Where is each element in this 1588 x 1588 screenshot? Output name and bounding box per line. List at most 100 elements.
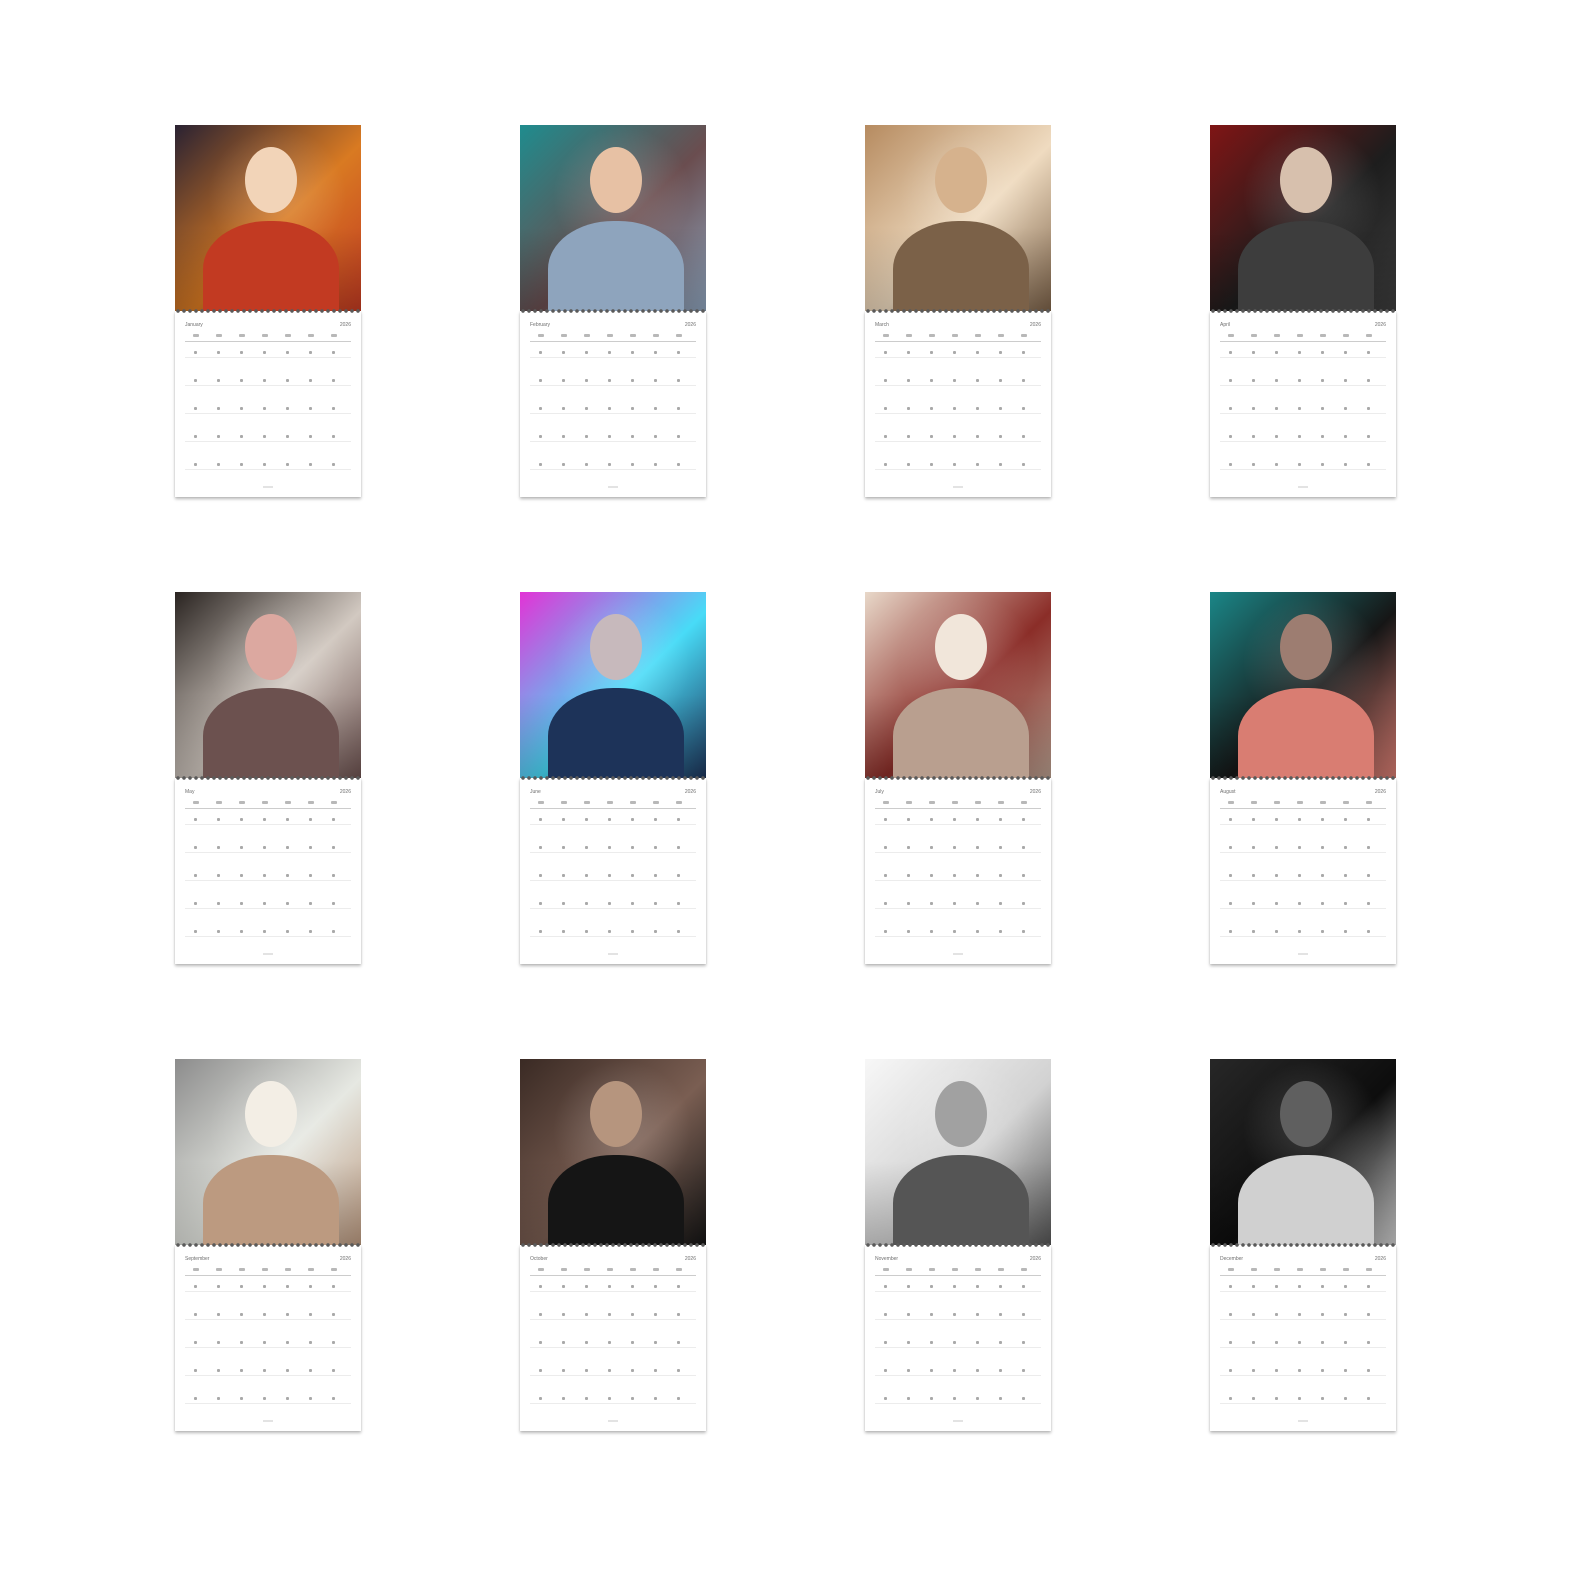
weekday-mark [883, 801, 889, 804]
date-mark [585, 1397, 588, 1400]
weekday-mark [216, 1268, 222, 1271]
date-mark [263, 846, 266, 849]
date-mark [217, 435, 220, 438]
date-mark [1275, 1341, 1278, 1344]
week-divider [1220, 1319, 1386, 1320]
portrait-head [935, 147, 987, 213]
week-divider [185, 852, 351, 853]
year-label: 2026 [684, 1256, 696, 1262]
date-mark [677, 1397, 680, 1400]
date-mark [907, 1369, 910, 1372]
date-mark [999, 902, 1002, 905]
weekday-mark [1366, 334, 1372, 337]
date-mark [309, 846, 312, 849]
date-mark [263, 930, 266, 933]
portrait-body [203, 688, 339, 778]
page-footer-mark [953, 953, 963, 955]
date-mark [1229, 1313, 1232, 1316]
date-mark [332, 351, 335, 354]
date-mark [217, 902, 220, 905]
date-mark [1321, 846, 1324, 849]
date-mark [562, 1313, 565, 1316]
weekday-mark [630, 1268, 636, 1271]
week-divider [1220, 469, 1386, 470]
date-mark [194, 1369, 197, 1372]
weekday-mark [975, 1268, 981, 1271]
wire-binding [1210, 307, 1396, 315]
date-mark [976, 379, 979, 382]
week-divider [185, 1319, 351, 1320]
date-mark [539, 407, 542, 410]
date-mark [1275, 902, 1278, 905]
date-mark [585, 463, 588, 466]
weekday-mark [1251, 1268, 1257, 1271]
calendar-card-october: October 2026 [520, 1059, 706, 1431]
date-mark [884, 1313, 887, 1316]
wire-binding [865, 774, 1051, 782]
date-mark [999, 351, 1002, 354]
calendar-card-july: July 2026 [865, 592, 1051, 964]
date-mark [884, 379, 887, 382]
month-header: July 2026 [875, 788, 1041, 796]
year-label: 2026 [684, 789, 696, 795]
date-mark [884, 463, 887, 466]
date-mark [309, 1369, 312, 1372]
weekday-row [530, 1267, 696, 1276]
date-mark [585, 435, 588, 438]
date-mark [332, 1313, 335, 1316]
week-divider [875, 469, 1041, 470]
date-mark [1275, 435, 1278, 438]
date-mark [930, 930, 933, 933]
date-mark [1022, 930, 1025, 933]
date-mark [1321, 435, 1324, 438]
weekday-mark [676, 801, 682, 804]
date-mark [976, 1397, 979, 1400]
date-mark [631, 846, 634, 849]
date-mark [585, 379, 588, 382]
month-name: July [875, 789, 884, 795]
date-mark [1321, 1369, 1324, 1372]
calendar-photo [175, 592, 361, 778]
date-mark [631, 463, 634, 466]
wire-binding [1210, 774, 1396, 782]
week-divider [875, 1403, 1041, 1404]
date-mark [585, 1341, 588, 1344]
date-mark [562, 379, 565, 382]
date-mark [654, 1369, 657, 1372]
date-mark [884, 435, 887, 438]
date-mark [1367, 1397, 1370, 1400]
date-mark [286, 435, 289, 438]
date-mark [1022, 463, 1025, 466]
date-mark [240, 379, 243, 382]
weekday-mark [1297, 1268, 1303, 1271]
date-mark [286, 1341, 289, 1344]
date-mark [1367, 818, 1370, 821]
date-mark [608, 1397, 611, 1400]
calendar-photo [1210, 1059, 1396, 1245]
date-mark [1321, 930, 1324, 933]
wire-binding [520, 774, 706, 782]
date-mark [539, 846, 542, 849]
month-header: March 2026 [875, 321, 1041, 329]
date-mark [240, 930, 243, 933]
date-mark [263, 1397, 266, 1400]
date-mark [976, 463, 979, 466]
date-mark [1344, 351, 1347, 354]
date-mark [1252, 463, 1255, 466]
date-mark [1344, 1397, 1347, 1400]
date-mark [309, 379, 312, 382]
date-mark [1252, 818, 1255, 821]
date-mark [309, 1397, 312, 1400]
date-grid [875, 349, 1041, 479]
date-mark [562, 1369, 565, 1372]
date-mark [907, 1397, 910, 1400]
date-mark [539, 435, 542, 438]
date-mark [286, 407, 289, 410]
weekday-mark [1274, 334, 1280, 337]
date-mark [631, 407, 634, 410]
weekday-mark [538, 1268, 544, 1271]
portrait-body [1238, 1155, 1374, 1245]
date-mark [608, 874, 611, 877]
date-mark [953, 435, 956, 438]
date-grid [1220, 816, 1386, 946]
